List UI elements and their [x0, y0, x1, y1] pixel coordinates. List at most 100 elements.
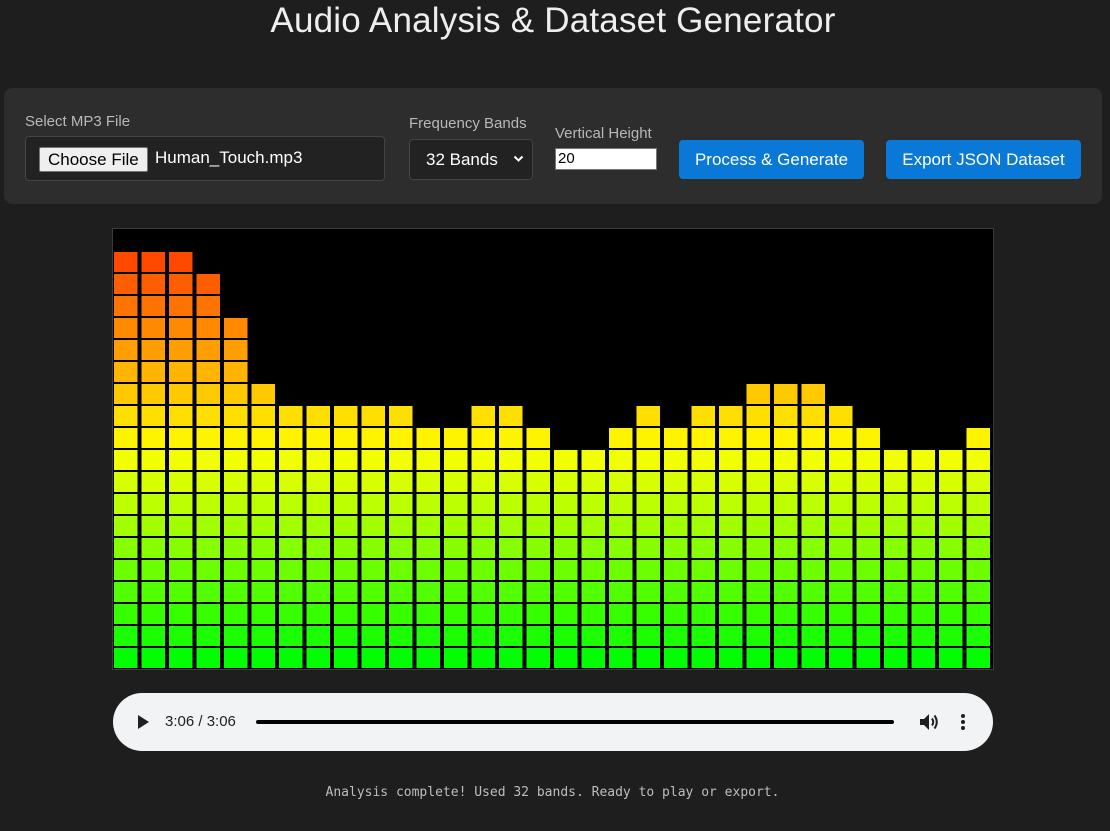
band-segment — [911, 560, 935, 580]
band-segment — [746, 406, 770, 426]
band-segment — [664, 648, 688, 668]
export-button[interactable]: Export JSON Dataset — [886, 140, 1081, 179]
band-segment — [554, 604, 578, 624]
band-segment — [389, 626, 413, 646]
band-segment — [746, 560, 770, 580]
bands-select-value: 32 Bands — [426, 150, 498, 169]
seek-bar[interactable] — [256, 720, 894, 724]
band-bar — [141, 252, 165, 668]
band-segment — [169, 538, 193, 558]
band-segment — [774, 648, 798, 668]
band-segment — [196, 626, 220, 646]
band-segment — [279, 560, 303, 580]
band-segment — [609, 450, 633, 470]
band-segment — [664, 582, 688, 602]
band-segment — [251, 604, 275, 624]
more-vertical-icon[interactable] — [959, 712, 967, 732]
band-segment — [526, 626, 550, 646]
band-segment — [196, 560, 220, 580]
band-segment — [719, 472, 743, 492]
band-segment — [499, 560, 523, 580]
band-segment — [746, 472, 770, 492]
band-segment — [169, 472, 193, 492]
band-segment — [141, 604, 165, 624]
band-bar — [774, 384, 798, 668]
band-segment — [499, 406, 523, 426]
band-segment — [224, 538, 248, 558]
band-segment — [169, 274, 193, 294]
band-segment — [746, 450, 770, 470]
band-segment — [691, 472, 715, 492]
band-segment — [966, 450, 990, 470]
play-icon[interactable] — [135, 713, 151, 731]
band-segment — [169, 516, 193, 536]
band-segment — [471, 560, 495, 580]
band-segment — [746, 494, 770, 514]
band-segment — [911, 538, 935, 558]
band-segment — [856, 648, 880, 668]
band-segment — [224, 494, 248, 514]
process-button[interactable]: Process & Generate — [679, 140, 864, 179]
band-segment — [526, 604, 550, 624]
band-segment — [581, 494, 605, 514]
band-segment — [279, 516, 303, 536]
audio-player[interactable]: 3:06 / 3:06 — [113, 693, 993, 751]
band-segment — [416, 538, 440, 558]
band-segment — [554, 626, 578, 646]
band-segment — [251, 516, 275, 536]
controls-panel: Select MP3 File Choose File Human_Touch.… — [4, 88, 1102, 204]
band-segment — [581, 538, 605, 558]
choose-file-button[interactable]: Choose File — [39, 147, 148, 172]
band-bar — [114, 252, 138, 668]
band-segment — [609, 538, 633, 558]
band-segment — [554, 538, 578, 558]
vertical-height-input[interactable]: 20 — [555, 148, 657, 170]
band-segment — [636, 626, 660, 646]
band-segment — [141, 428, 165, 448]
band-segment — [444, 450, 468, 470]
band-segment — [526, 494, 550, 514]
band-segment — [801, 384, 825, 404]
band-segment — [416, 648, 440, 668]
band-segment — [224, 604, 248, 624]
band-bar — [389, 406, 413, 668]
band-segment — [389, 406, 413, 426]
band-segment — [526, 472, 550, 492]
band-segment — [444, 538, 468, 558]
band-segment — [609, 582, 633, 602]
band-segment — [719, 516, 743, 536]
band-segment — [856, 560, 880, 580]
file-input[interactable]: Choose File Human_Touch.mp3 — [25, 136, 385, 181]
band-segment — [636, 472, 660, 492]
band-segment — [499, 626, 523, 646]
band-segment — [196, 406, 220, 426]
band-segment — [829, 582, 853, 602]
band-bar — [691, 406, 715, 668]
band-segment — [719, 428, 743, 448]
band-segment — [279, 450, 303, 470]
band-segment — [499, 428, 523, 448]
band-segment — [856, 516, 880, 536]
band-bar — [884, 450, 908, 668]
band-segment — [416, 560, 440, 580]
band-segment — [884, 472, 908, 492]
band-segment — [939, 648, 963, 668]
equalizer-bars — [114, 252, 990, 668]
band-segment — [609, 648, 633, 668]
band-segment — [224, 560, 248, 580]
selected-file-name: Human_Touch.mp3 — [155, 148, 303, 167]
band-segment — [581, 604, 605, 624]
band-segment — [416, 450, 440, 470]
band-segment — [829, 494, 853, 514]
band-segment — [224, 648, 248, 668]
band-segment — [196, 274, 220, 294]
volume-icon[interactable] — [918, 712, 940, 732]
band-segment — [224, 428, 248, 448]
band-segment — [416, 494, 440, 514]
band-segment — [114, 582, 138, 602]
bands-select[interactable]: 32 Bands — [409, 139, 533, 180]
band-segment — [334, 516, 358, 536]
band-segment — [334, 560, 358, 580]
band-segment — [251, 648, 275, 668]
band-segment — [196, 384, 220, 404]
